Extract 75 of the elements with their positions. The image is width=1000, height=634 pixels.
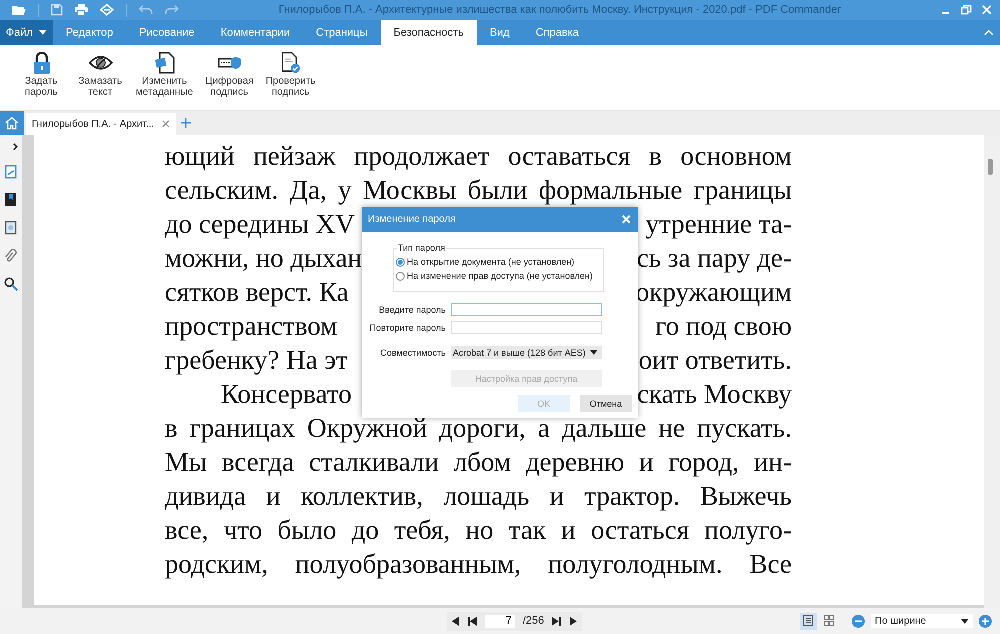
ribbon-button[interactable]: Замазать текст	[73, 50, 128, 100]
ribbon-button[interactable]: Задать пароль	[14, 50, 69, 100]
last-page-icon[interactable]	[552, 616, 562, 626]
bookmark-icon[interactable]	[5, 193, 17, 207]
ribbon-button[interactable]: Проверить подпись	[262, 50, 320, 100]
annotation-icon[interactable]	[5, 221, 17, 235]
save-icon[interactable]	[51, 4, 63, 16]
radio-button[interactable]	[396, 272, 405, 280]
add-tab-icon[interactable]	[181, 118, 192, 128]
first-page-icon[interactable]	[468, 616, 477, 626]
home-button[interactable]	[0, 111, 24, 135]
radio-option[interactable]: На изменение прав доступа (не установлен)	[396, 271, 601, 281]
compatibility-dropdown[interactable]: Acrobat 7 и выше (128 бит AES)	[451, 346, 602, 359]
restore-icon[interactable]	[961, 5, 972, 15]
menu-tab[interactable]: Безопасность	[380, 20, 477, 45]
radio-button[interactable]	[396, 258, 405, 266]
window-title: Гнилорыбов П.А. - Архитектурные излишества как полюбить Москву. Инструкция - 2020.pdf - PDF Commander	[278, 4, 842, 16]
document-check-icon	[280, 52, 302, 74]
text-line: оит ответить.	[638, 344, 792, 377]
page-number-field[interactable]: 7	[485, 614, 515, 628]
field-label: Повторите пароль	[368, 322, 446, 332]
document-tab-label[interactable]: Гнилорыбов П.А. - Архит...	[32, 118, 154, 130]
zoom-in-icon[interactable]	[979, 614, 992, 628]
collapse-ribbon-icon[interactable]	[984, 30, 994, 36]
scanner-icon[interactable]	[100, 4, 114, 16]
ribbon-button[interactable]: Цифровая подпись	[201, 50, 258, 100]
text-line: утренние та-	[646, 208, 792, 241]
text-line: окружающим	[636, 276, 792, 309]
text-line: в границах Окружной дороги, а дальше не пускать.	[165, 412, 792, 445]
lock-icon	[32, 52, 52, 74]
text-line: Мы всегда сталкивали лбом деревню и город, ин-	[165, 446, 792, 479]
previous-page-icon[interactable]	[452, 616, 460, 626]
text-line: можни, но дыхан	[165, 242, 362, 275]
text-line: сятков верст. Ка	[165, 276, 349, 309]
page-count: /256	[523, 615, 544, 627]
ribbon-button[interactable]: Изменить метаданные	[132, 50, 198, 100]
text-line: скать Москву	[637, 378, 792, 411]
paperclip-icon[interactable]	[5, 249, 17, 263]
folder-icon[interactable]	[12, 4, 26, 16]
dialog-title: Изменение пароля	[368, 214, 456, 225]
undo-icon[interactable]	[139, 5, 153, 15]
text-line: до середины XV	[165, 208, 355, 241]
field-label: Совместимость	[379, 348, 446, 358]
caret-icon[interactable]	[590, 350, 598, 355]
document-icon	[154, 52, 175, 74]
file-menu-button[interactable]: Файл	[0, 20, 54, 45]
redo-icon[interactable]	[165, 5, 179, 15]
text-line: дивида и коллектив, лошадь и трактор. Выжечь	[165, 480, 792, 513]
caret-icon[interactable]	[961, 618, 969, 624]
password-field[interactable]	[451, 321, 602, 334]
text-line: го под свою	[655, 310, 792, 343]
text-line: родским, полуобразованным, полуголодным. Все	[165, 548, 792, 581]
field-label: Введите пароль	[378, 304, 446, 314]
text-line: пространством	[165, 310, 338, 343]
text-line: гребенку? На эт	[165, 344, 348, 377]
text-line: ющий пейзаж продолжает оставаться в основном	[165, 140, 792, 173]
text-line: сельским. Да, у Москвы были формальные границы	[165, 174, 792, 207]
text-line: сь за пару де-	[637, 242, 792, 275]
text-line: Консервато	[221, 378, 352, 411]
close-icon[interactable]	[162, 120, 170, 128]
text-line: все, что было до тебя, но так и остаться полуго-	[165, 514, 792, 547]
password-field[interactable]	[451, 303, 602, 316]
group-label: Тип пароля	[397, 243, 446, 253]
print-icon[interactable]	[75, 4, 88, 16]
home-icon[interactable]	[5, 116, 19, 130]
page-thumbnail-icon[interactable]	[5, 165, 17, 179]
search-icon[interactable]	[4, 277, 18, 291]
next-page-icon[interactable]	[569, 616, 578, 626]
cancel-button[interactable]: Отмена	[580, 395, 632, 412]
zoom-out-icon[interactable]	[852, 614, 865, 628]
zoom-dropdown[interactable]: По ширине	[871, 614, 973, 628]
radio-option[interactable]: На открытие документа (не установлен)	[396, 257, 601, 267]
chevron-right-icon[interactable]	[13, 143, 19, 151]
single-page-view-button[interactable]	[800, 612, 817, 630]
document-tab[interactable]: Гнилорыбов П.А. - Архит...	[26, 113, 176, 135]
